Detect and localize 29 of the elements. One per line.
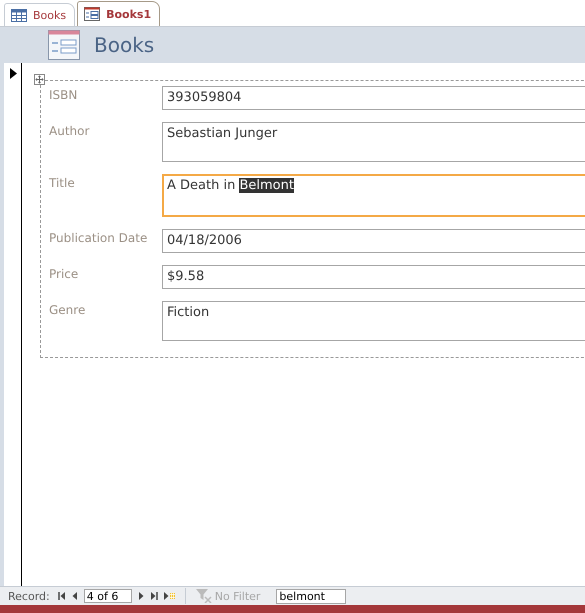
text-field[interactable]: A Death in Belmont [162, 174, 585, 217]
document-tab[interactable]: Books [4, 3, 76, 26]
move-handle-icon[interactable] [34, 74, 45, 85]
text-field[interactable]: $9.58 [162, 265, 585, 289]
text-field[interactable]: 04/18/2006 [162, 229, 585, 253]
text-field[interactable]: Fiction [162, 301, 585, 341]
field-label: Genre [49, 302, 86, 319]
form-icon [84, 7, 100, 21]
form-title: Books [94, 33, 154, 57]
previous-record-icon[interactable] [72, 592, 78, 600]
field-label: Title [49, 175, 76, 192]
text-field[interactable]: Sebastian Junger [162, 122, 585, 162]
next-record-icon[interactable] [138, 592, 144, 600]
filter-off-icon [196, 589, 212, 603]
current-record-icon [10, 68, 17, 79]
document-tab[interactable]: Books1 [77, 1, 160, 26]
table-icon [11, 8, 27, 22]
field-label: ISBN [49, 87, 78, 104]
search-field[interactable]: belmont [276, 588, 346, 604]
field-label: Price [49, 266, 80, 283]
text-field[interactable]: 393059804 [162, 86, 585, 110]
record-label: Record: [8, 590, 50, 602]
form-icon [48, 30, 80, 60]
field-label: Publication Date [49, 230, 148, 247]
field-label: Author [49, 123, 90, 140]
record-position-field[interactable]: 4 of 6 [84, 589, 132, 603]
new-record-icon[interactable] [164, 592, 175, 600]
last-record-icon[interactable] [150, 592, 158, 600]
first-record-icon[interactable] [58, 592, 66, 600]
